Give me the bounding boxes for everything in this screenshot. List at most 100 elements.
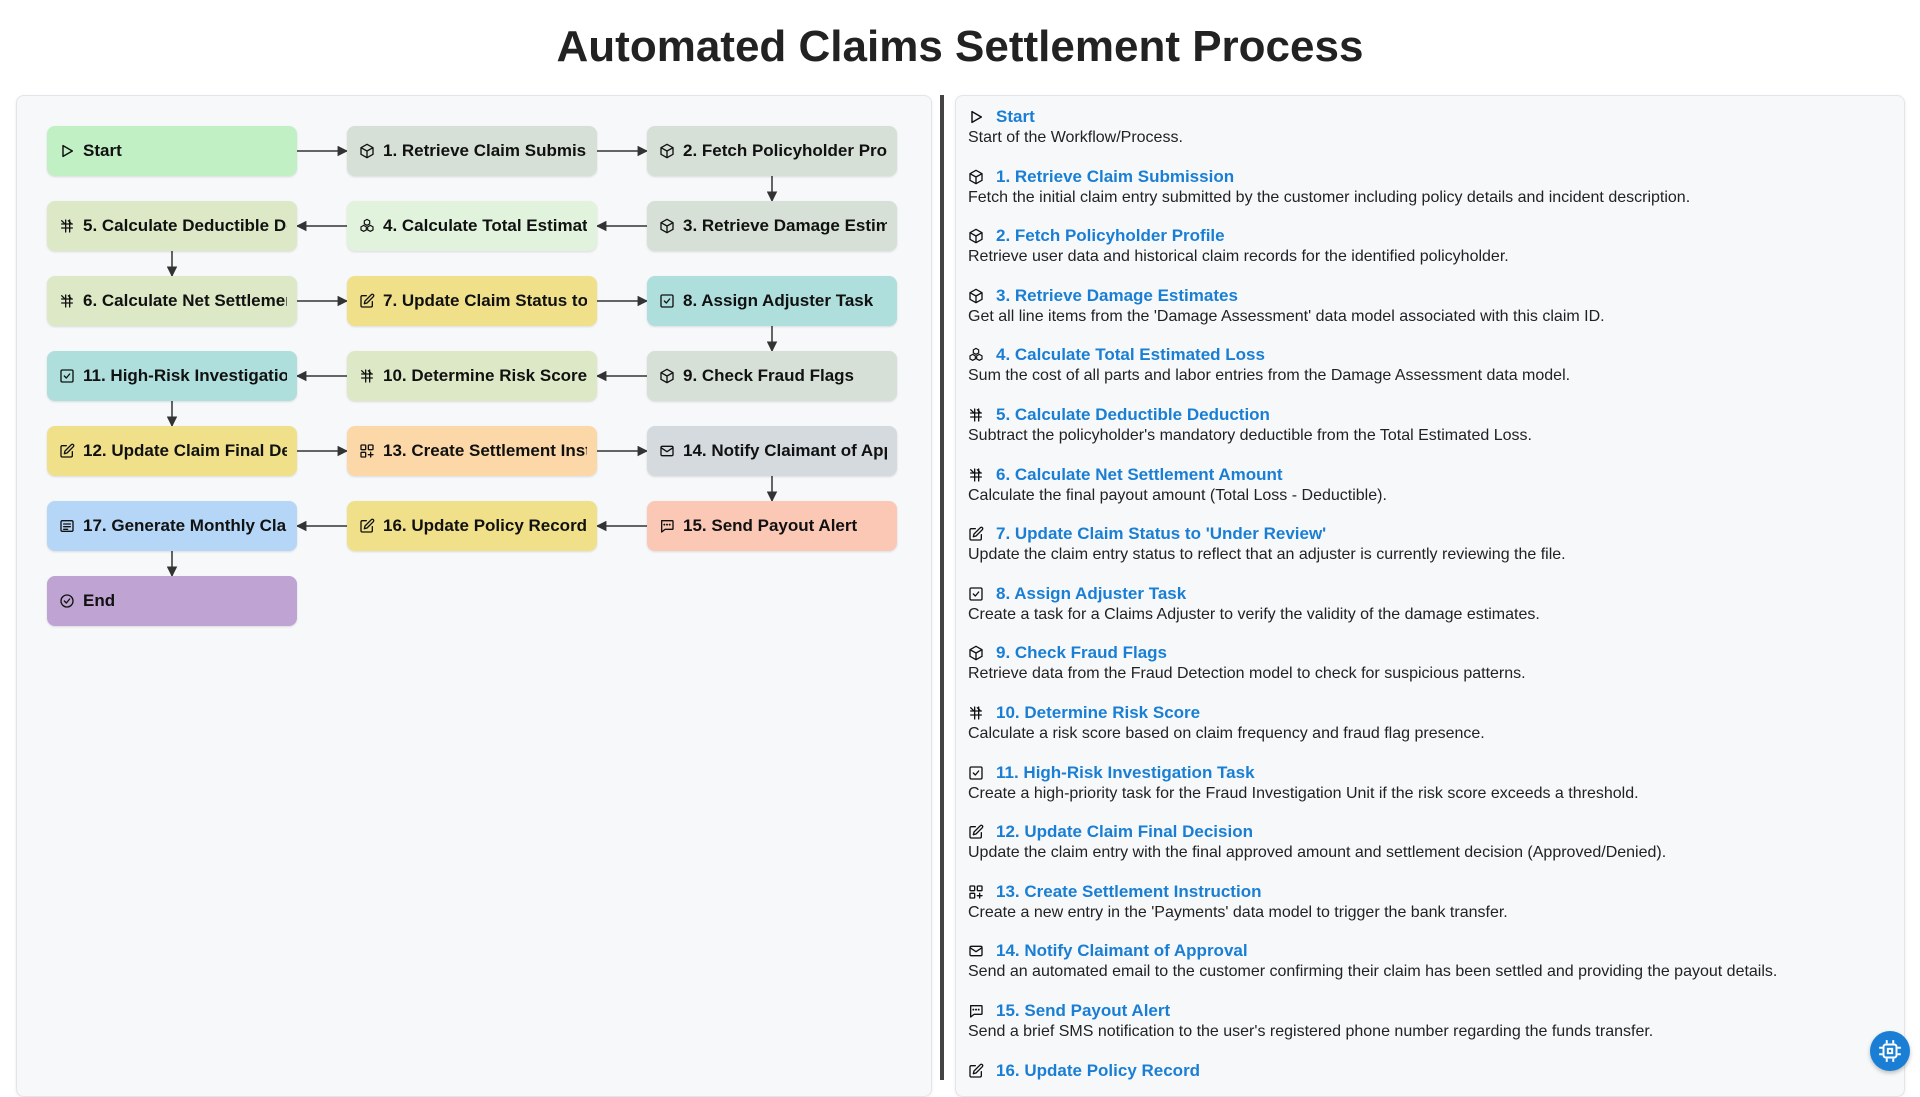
detail-title-link[interactable]: 15. Send Payout Alert <box>996 1001 1170 1021</box>
flow-node-s13[interactable]: 13. Create Settlement Instruction <box>347 426 597 476</box>
flow-node-s14[interactable]: 14. Notify Claimant of Approval <box>647 426 897 476</box>
detail-title-link[interactable]: 7. Update Claim Status to 'Under Review' <box>996 524 1326 544</box>
detail-description: Get all line items from the 'Damage Asse… <box>968 307 1605 325</box>
hash-icon <box>968 705 984 721</box>
detail-item: 1. Retrieve Claim Submission Fetch the in… <box>968 166 1888 208</box>
grid-plus-icon <box>359 443 375 459</box>
flow-node-label: 2. Fetch Policyholder Profile <box>683 141 887 160</box>
flow-node-s5[interactable]: 5. Calculate Deductible Deduction <box>47 201 297 251</box>
flow-node-s10[interactable]: 10. Determine Risk Score <box>347 351 597 401</box>
panel-divider[interactable] <box>940 95 944 1080</box>
detail-header: 3. Retrieve Damage Estimates <box>968 285 1888 307</box>
detail-description: Send an automated email to the customer … <box>968 963 1778 981</box>
flow-node-label: 6. Calculate Net Settlement Amount <box>83 291 287 310</box>
flow-node-label: End <box>83 591 116 610</box>
detail-title-link[interactable]: 9. Check Fraud Flags <box>996 643 1167 663</box>
edit-icon <box>968 1063 984 1079</box>
checkbox-icon <box>59 368 75 384</box>
cube-icon <box>359 143 375 159</box>
play-icon <box>968 109 984 125</box>
flow-node-s1[interactable]: 1. Retrieve Claim Submission <box>347 126 597 176</box>
flow-node-label: 9. Check Fraud Flags <box>683 366 854 385</box>
detail-item: Start Start of the Workflow/Process. <box>968 106 1888 148</box>
detail-title-link[interactable]: 1. Retrieve Claim Submission <box>996 167 1234 187</box>
detail-title-link[interactable]: 3. Retrieve Damage Estimates <box>996 286 1238 306</box>
details-panel[interactable]: Start Start of the Workflow/Process. 1. Re… <box>955 95 1905 1097</box>
detail-description: Send a brief SMS notification to the use… <box>968 1023 1654 1040</box>
flow-node-label: 7. Update Claim Status to 'Under Review' <box>383 291 587 310</box>
detail-title-link[interactable]: 8. Assign Adjuster Task <box>996 584 1186 604</box>
detail-header: 15. Send Payout Alert <box>968 1000 1888 1022</box>
detail-header: 7. Update Claim Status to 'Under Review' <box>968 523 1888 545</box>
detail-header: Start <box>968 106 1888 128</box>
detail-item: 12. Update Claim Final Decision Update th… <box>968 821 1888 863</box>
detail-title-link[interactable]: 14. Notify Claimant of Approval <box>996 941 1248 961</box>
detail-title-link[interactable]: Start <box>996 107 1035 127</box>
detail-item: 14. Notify Claimant of Approval Send an a… <box>968 940 1888 982</box>
flow-node-label: 16. Update Policy Record <box>383 516 587 535</box>
detail-description: Update the claim entry with the final ap… <box>968 844 1667 862</box>
detail-description: Create a task for a Claims Adjuster to v… <box>968 605 1540 623</box>
flow-node-label: 13. Create Settlement Instruction <box>383 441 587 460</box>
flow-node-s17[interactable]: 17. Generate Monthly Claim <box>47 501 297 551</box>
checkbox-icon <box>659 293 675 309</box>
hash-icon <box>59 293 75 309</box>
flow-node-s16[interactable]: 16. Update Policy Record <box>347 501 597 551</box>
detail-title-link[interactable]: 4. Calculate Total Estimated Loss <box>996 345 1265 365</box>
edit-icon <box>968 824 984 840</box>
flow-node-label: 15. Send Payout Alert <box>683 516 858 535</box>
flow-node-s15[interactable]: 15. Send Payout Alert <box>647 501 897 551</box>
flow-node-start[interactable]: Start <box>47 126 297 176</box>
flow-node-s3[interactable]: 3. Retrieve Damage Estimates <box>647 201 897 251</box>
detail-title-link[interactable]: 10. Determine Risk Score <box>996 703 1200 723</box>
check-circle-icon <box>59 593 75 609</box>
flow-node-label: 4. Calculate Total Estimated Loss <box>383 216 587 235</box>
flow-node-label: 14. Notify Claimant of Approval <box>683 441 887 460</box>
detail-item: 13. Create Settlement Instruction Create … <box>968 881 1888 923</box>
flow-node-s4[interactable]: 4. Calculate Total Estimated Loss <box>347 201 597 251</box>
detail-item: 15. Send Payout Alert Send a brief SMS no… <box>968 1000 1888 1042</box>
flow-node-s6[interactable]: 6. Calculate Net Settlement Amount <box>47 276 297 326</box>
mail-icon <box>659 443 675 459</box>
detail-title-link[interactable]: 12. Update Claim Final Decision <box>996 822 1253 842</box>
flow-node-s2[interactable]: 2. Fetch Policyholder Profile <box>647 126 897 176</box>
detail-item: 4. Calculate Total Estimated Loss Sum the… <box>968 344 1888 386</box>
detail-header: 13. Create Settlement Instruction <box>968 881 1888 903</box>
edit-icon <box>59 443 75 459</box>
flow-node-s11[interactable]: 11. High-Risk Investigation Task <box>47 351 297 401</box>
detail-header: 11. High-Risk Investigation Task <box>968 762 1888 784</box>
detail-description: Create a new entry in the 'Payments' dat… <box>968 903 1508 921</box>
flow-node-s9[interactable]: 9. Check Fraud Flags <box>647 351 897 401</box>
detail-title-link[interactable]: 11. High-Risk Investigation Task <box>996 763 1255 783</box>
flow-node-label: Start <box>83 141 122 160</box>
detail-item: 2. Fetch Policyholder Profile Retrieve us… <box>968 225 1888 267</box>
detail-title-link[interactable]: 13. Create Settlement Instruction <box>996 882 1261 902</box>
assistant-fab-button[interactable] <box>1870 1031 1910 1071</box>
detail-item: 9. Check Fraud Flags Retrieve data from t… <box>968 642 1888 684</box>
detail-title-link[interactable]: 16. Update Policy Record <box>996 1061 1200 1081</box>
detail-header: 16. Update Policy Record <box>968 1060 1888 1082</box>
cube-icon <box>659 218 675 234</box>
detail-description: Fetch the initial claim entry submitted … <box>968 188 1691 206</box>
detail-title-link[interactable]: 6. Calculate Net Settlement Amount <box>996 465 1283 485</box>
flow-node-label: 11. High-Risk Investigation Task <box>83 366 287 385</box>
edit-icon <box>359 518 375 534</box>
play-icon <box>59 143 75 159</box>
flow-node-s7[interactable]: 7. Update Claim Status to 'Under Review' <box>347 276 597 326</box>
detail-description: Calculate a risk score based on claim fr… <box>968 725 1485 742</box>
flow-node-label: 8. Assign Adjuster Task <box>683 291 874 310</box>
flowchart-panel: Start 1. Retrieve Claim Submission 2. Fetc… <box>16 95 932 1097</box>
detail-header: 8. Assign Adjuster Task <box>968 583 1888 605</box>
cube-icon <box>968 645 984 661</box>
hash-icon <box>968 467 984 483</box>
detail-item: 6. Calculate Net Settlement Amount Calcul… <box>968 464 1888 506</box>
flow-node-s8[interactable]: 8. Assign Adjuster Task <box>647 276 897 326</box>
detail-item: 5. Calculate Deductible Deduction Subtrac… <box>968 404 1888 446</box>
detail-title-link[interactable]: 2. Fetch Policyholder Profile <box>996 226 1225 246</box>
flow-node-end[interactable]: End <box>47 576 297 626</box>
flow-node-s12[interactable]: 12. Update Claim Final Decision <box>47 426 297 476</box>
flow-node-label: 17. Generate Monthly Claim <box>83 516 287 535</box>
detail-title-link[interactable]: 5. Calculate Deductible Deduction <box>996 405 1270 425</box>
flow-node-label: 10. Determine Risk Score <box>383 366 587 385</box>
sms-icon <box>968 1003 984 1019</box>
